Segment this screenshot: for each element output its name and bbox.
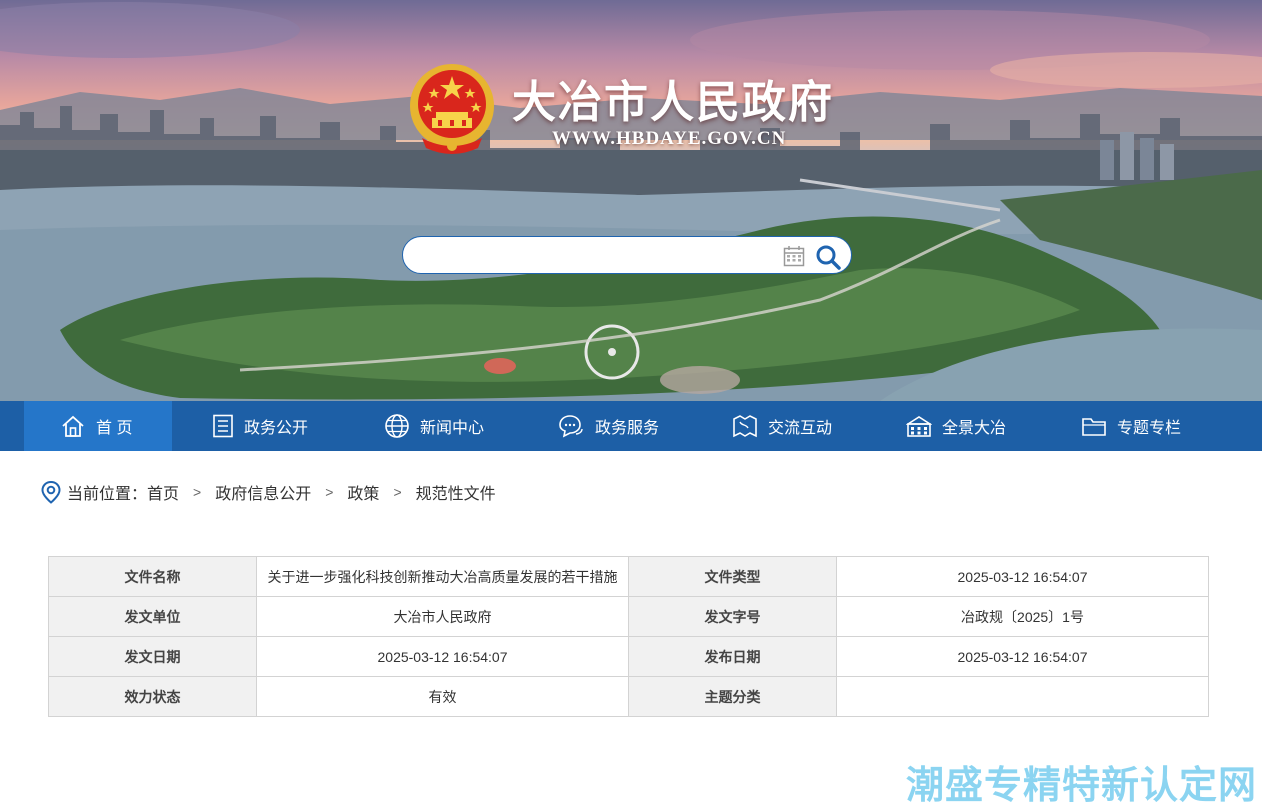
nav-item-label: 交流互动 [768,420,833,437]
breadcrumb-prefix: 当前位置： [67,486,148,503]
value-issue-date: 2025-03-12 16:54:07 [256,636,629,677]
chevron-right-icon: > [325,484,334,500]
value-topic-category [836,676,1209,717]
site-title: 大冶市人民政府 [512,77,834,128]
nav-item-special-topics[interactable]: 专题专栏 [1081,401,1181,451]
breadcrumb-link-info-disclosure[interactable]: 政府信息公开 [215,480,311,504]
nav-item-label: 政务服务 [595,420,660,437]
main-nav: 首 页 政务公开 新闻中心 政务服务 交流互动 全景大冶 专题专栏 [0,401,1262,451]
label-validity-status: 效力状态 [48,676,257,717]
breadcrumb-link-normative-documents[interactable]: 规范性文件 [416,480,496,504]
label-publish-date: 发布日期 [628,636,837,677]
watermark-text: 潮盛专精特新认定网 [906,763,1258,807]
value-issuing-unit: 大冶市人民政府 [256,596,629,637]
folder-icon [1082,418,1106,436]
value-document-name: 关于进一步强化科技创新推动大冶高质量发展的若干措施 [256,556,629,597]
document-meta-table: 文件名称 关于进一步强化科技创新推动大冶高质量发展的若干措施 文件类型 2025… [48,556,1209,717]
chevron-right-icon: > [193,484,202,500]
location-pin-icon [41,480,61,504]
label-issue-date: 发文日期 [48,636,257,677]
breadcrumb-link-policy[interactable]: 政策 [347,480,379,504]
breadcrumb-link-home[interactable]: 首页 [147,480,179,504]
breadcrumb: 当前位置： 首页 > 政府信息公开 > 政策 > 规范性文件 [40,480,496,504]
nav-item-home[interactable]: 首 页 [24,401,172,451]
nav-item-label: 政务公开 [244,420,309,437]
table-row: 发文日期 2025-03-12 16:54:07 发布日期 2025-03-12… [48,636,1209,677]
globe-icon [385,414,409,438]
value-publish-date: 2025-03-12 16:54:07 [836,636,1209,677]
home-icon [62,415,84,437]
label-document-number: 发文字号 [628,596,837,637]
nav-item-label: 专题专栏 [1117,420,1182,437]
label-document-name: 文件名称 [48,556,257,597]
table-row: 文件名称 关于进一步强化科技创新推动大冶高质量发展的若干措施 文件类型 2025… [48,556,1209,597]
nav-item-government-affairs[interactable]: 政务公开 [212,401,308,451]
search-input[interactable] [421,243,775,269]
calendar-icon[interactable] [783,245,805,267]
nav-item-government-services[interactable]: 政务服务 [557,401,659,451]
national-emblem-logo [410,64,494,154]
table-row: 效力状态 有效 主题分类 [48,676,1209,717]
nav-item-label: 全景大冶 [942,420,1007,437]
document-list-icon [213,414,233,438]
value-document-type: 2025-03-12 16:54:07 [836,556,1209,597]
map-icon [733,415,757,438]
value-validity-status: 有效 [256,676,629,717]
city-lake-panorama-image [0,2,1262,401]
label-issuing-unit: 发文单位 [48,596,257,637]
site-url: WWW.HBDAYE.GOV.CN [552,128,787,149]
nav-item-label: 新闻中心 [420,420,485,437]
label-topic-category: 主题分类 [628,676,837,717]
search-box [402,236,852,274]
search-icon[interactable] [815,244,841,270]
nav-item-label: 首 页 [96,420,133,437]
label-document-type: 文件类型 [628,556,837,597]
table-row: 发文单位 大冶市人民政府 发文字号 冶政规〔2025〕1号 [48,596,1209,637]
nav-item-news-center[interactable]: 新闻中心 [384,401,484,451]
nav-item-interaction[interactable]: 交流互动 [732,401,832,451]
nav-item-panorama[interactable]: 全景大冶 [906,401,1006,451]
panorama-icon [906,416,932,437]
chevron-right-icon: > [393,484,402,500]
header-banner: 大冶市人民政府 WWW.HBDAYE.GOV.CN [0,0,1262,401]
value-document-number: 冶政规〔2025〕1号 [836,596,1209,637]
chat-bubbles-icon [559,415,583,438]
